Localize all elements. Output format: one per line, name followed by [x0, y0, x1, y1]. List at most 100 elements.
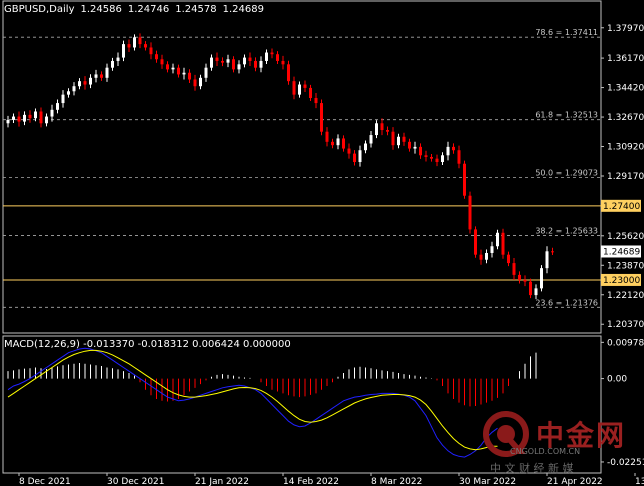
bull-candle: [72, 86, 76, 92]
watermark-url: CNGOLD.COM.CN: [510, 447, 581, 456]
signal-line: [7, 349, 498, 451]
bear-candle: [507, 254, 510, 264]
symbol-header: GBPUSD,Daily 1.24586 1.24746 1.24578 1.24689: [4, 4, 270, 15]
bull-candle: [210, 57, 213, 68]
bull-candle: [534, 288, 538, 296]
price-tick-label: 1.29170: [607, 172, 644, 182]
fibonacci-level-label: 38.2 = 1.25633: [535, 227, 598, 236]
current-price-label: 1.24689: [603, 247, 640, 257]
horizontal-level-label: 1.23000: [603, 276, 640, 286]
bear-candle: [380, 123, 384, 131]
bear-candle: [193, 79, 197, 87]
bull-candle: [397, 136, 400, 146]
bull-candle: [446, 146, 450, 156]
bull-candle: [441, 155, 444, 163]
bear-candle: [221, 60, 224, 63]
bear-candle: [325, 131, 329, 142]
bear-candle: [347, 148, 351, 154]
bull-candle: [50, 109, 54, 117]
bear-candle: [435, 158, 439, 163]
bull-candle: [369, 135, 373, 144]
bull-candle: [116, 57, 120, 61]
bear-candle: [479, 254, 483, 260]
bull-candle: [89, 77, 92, 85]
bear-candle: [424, 155, 428, 157]
macd-title: MACD(12,26,9) -0.013370 -0.018312 0.0064…: [4, 339, 291, 350]
time-tick-label: 21 Jan 2022: [195, 477, 249, 486]
price-panel-frame: [2, 0, 602, 334]
bear-candle: [155, 54, 158, 60]
bear-candle: [452, 146, 455, 151]
bull-candle: [413, 146, 417, 149]
bull-candle: [358, 150, 362, 163]
time-tick-label: 30 Dec 2021: [107, 477, 165, 486]
bull-candle: [265, 52, 268, 61]
bear-candle: [391, 131, 395, 146]
time-tick-label: 21 Apr 2022: [547, 477, 603, 486]
bear-candle: [518, 274, 521, 280]
price-tick-label: 1.32670: [607, 113, 644, 123]
bull-candle: [12, 116, 15, 120]
bear-candle: [402, 136, 406, 142]
bull-candle: [67, 91, 70, 95]
ohlc-open: 1.24586: [80, 4, 122, 15]
bear-candle: [320, 103, 323, 132]
price-tick-label: 1.30920: [607, 143, 644, 153]
price-tick-label: 1.20370: [607, 320, 644, 330]
time-tick-label: 14 Feb 2022: [283, 477, 339, 486]
bull-candle: [111, 60, 114, 68]
bear-candle: [529, 281, 532, 296]
bear-candle: [177, 67, 180, 75]
bull-candle: [171, 67, 175, 70]
bear-candle: [248, 57, 252, 61]
bull-candle: [6, 119, 10, 124]
bull-candle: [237, 64, 241, 70]
bear-candle: [463, 163, 466, 196]
bull-candle: [199, 77, 202, 87]
time-tick-label: 8 Mar 2022: [371, 477, 422, 486]
bull-candle: [122, 44, 125, 58]
bear-candle: [342, 138, 345, 149]
bull-candle: [364, 143, 367, 151]
bear-candle: [314, 98, 318, 104]
bull-candle: [34, 111, 37, 119]
bear-candle: [512, 263, 516, 275]
bull-candle: [23, 114, 26, 122]
price-tick-label: 1.36170: [607, 54, 644, 64]
bear-candle: [309, 87, 312, 99]
bull-candle: [540, 268, 543, 289]
bull-candle: [375, 123, 378, 136]
bear-candle: [386, 130, 389, 132]
bear-candle: [287, 64, 290, 82]
bull-candle: [485, 252, 488, 260]
horizontal-lines: 1.27400 1.23000: [3, 199, 641, 286]
bear-candle: [17, 116, 21, 122]
bear-candle: [408, 141, 411, 149]
ohlc-high: 1.24746: [127, 4, 170, 15]
bear-candle: [100, 74, 103, 78]
bear-candle: [281, 60, 285, 65]
time-tick-label: 30 Mar 2022: [459, 477, 516, 486]
bear-candle: [430, 156, 433, 159]
fibonacci-grid: 78.6 = 1.37411 61.8 = 1.32513 50.0 = 1.290…: [2, 0, 602, 474]
fibonacci-level-label: 50.0 = 1.29073: [535, 169, 598, 178]
price-tick-label: 1.23870: [607, 261, 644, 271]
bull-candle: [45, 116, 48, 124]
bull-candle: [545, 251, 549, 269]
price-tick-label: 1.37970: [607, 24, 644, 34]
bear-candle: [83, 81, 87, 85]
bear-candle: [276, 54, 279, 61]
bear-candle: [188, 72, 191, 80]
price-tick-label: 1.25620: [607, 232, 644, 242]
bull-candle: [336, 138, 340, 146]
bear-candle: [331, 141, 334, 146]
watermark-slogan: 中 文 财 经 新 媒: [490, 462, 574, 475]
price-tick-label: 1.22120: [607, 291, 644, 301]
bull-candle: [78, 81, 81, 87]
bull-candle: [105, 67, 109, 78]
time-tick-label: 8 Dec 2021: [19, 477, 71, 486]
bull-candle: [61, 94, 65, 104]
time-tick-label: 13 May 2022: [635, 477, 644, 486]
horizontal-level-label: 1.27400: [603, 202, 640, 212]
macd-tick-label: 0.00: [607, 375, 627, 385]
